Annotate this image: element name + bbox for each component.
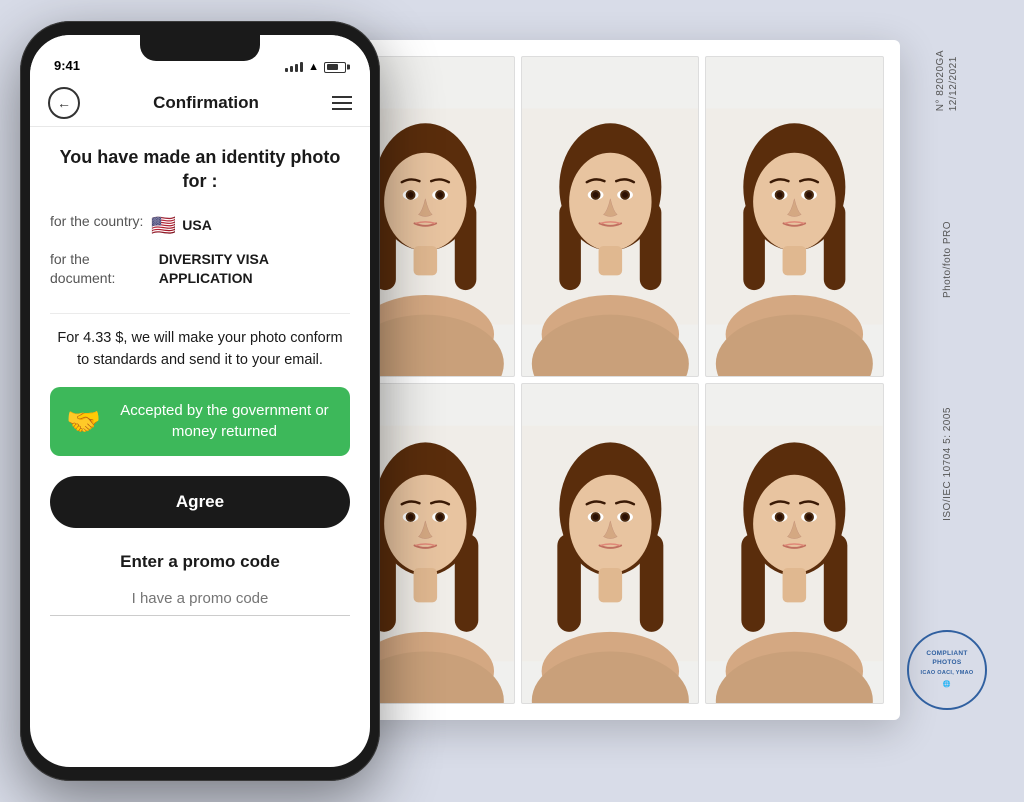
country-row: for the country: 🇺🇸 USA — [50, 212, 350, 240]
photo-cell-3 — [705, 56, 884, 377]
phone-content: You have made an identity photo for : fo… — [30, 127, 370, 767]
back-button[interactable]: ← — [48, 87, 80, 119]
price-text: For 4.33 $, we will make your photo conf… — [50, 328, 350, 372]
photo-sheet: N° 82020GA 12/12/2021 Photo/foto PRO ISO… — [320, 40, 900, 720]
menu-button[interactable] — [332, 96, 352, 110]
divider-1 — [50, 313, 350, 314]
headline: You have made an identity photo for : — [50, 145, 350, 194]
guarantee-icon: 🤝 — [66, 405, 101, 438]
nav-bar: ← Confirmation — [30, 79, 370, 127]
compliance-stamp: COMPLIANT PHOTOS ICAO OACI, YMAO 🌐 — [907, 630, 987, 710]
photo-sheet-wrapper: N° 82020GA 12/12/2021 Photo/foto PRO ISO… — [320, 40, 1000, 760]
phone-screen: 9:41 ▲ ← Confirmation — [30, 35, 370, 767]
phone: 9:41 ▲ ← Confirmation — [20, 21, 380, 781]
phone-shell: 9:41 ▲ ← Confirmation — [20, 21, 380, 781]
promo-section: Enter a promo code — [50, 552, 350, 616]
guarantee-text: Accepted by the government or money retu… — [115, 401, 334, 442]
document-row: for the document: DIVERSITY VISA APPLICA… — [50, 250, 350, 289]
country-name: USA — [182, 216, 212, 236]
document-value: DIVERSITY VISA APPLICATION — [159, 250, 350, 289]
wifi-icon: ▲ — [308, 61, 319, 73]
photo-cell-2 — [521, 56, 700, 377]
sheet-label: N° 82020GA 12/12/2021 Photo/foto PRO ISO… — [904, 40, 990, 720]
country-flag: 🇺🇸 — [151, 212, 176, 240]
sheet-number: N° 82020GA 12/12/2021 — [934, 50, 960, 111]
country-value: 🇺🇸 USA — [151, 212, 211, 240]
nav-title: Confirmation — [153, 93, 259, 113]
document-label: for the document: — [50, 250, 151, 289]
promo-title: Enter a promo code — [50, 552, 350, 572]
promo-input[interactable] — [50, 582, 350, 616]
sheet-brand: Photo/foto PRO — [941, 221, 954, 298]
photo-cell-5 — [521, 383, 700, 704]
sheet-standard: ISO/IEC 10704 5: 2005 — [941, 407, 954, 521]
battery-icon — [324, 62, 346, 73]
agree-button[interactable]: Agree — [50, 476, 350, 528]
status-icons: ▲ — [285, 61, 346, 73]
status-time: 9:41 — [54, 58, 80, 73]
country-label: for the country: — [50, 212, 143, 232]
status-bar: 9:41 ▲ — [30, 35, 370, 79]
signal-icon — [285, 62, 303, 72]
photo-cell-6 — [705, 383, 884, 704]
guarantee-banner: 🤝 Accepted by the government or money re… — [50, 387, 350, 456]
